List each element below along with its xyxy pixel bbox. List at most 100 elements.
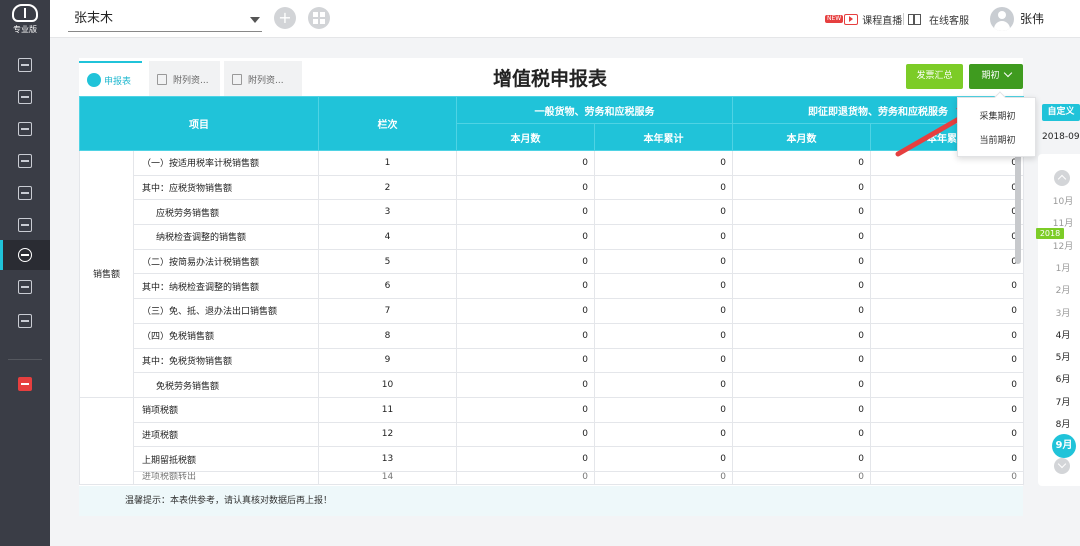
row-value-cell[interactable]: 0 <box>594 372 733 398</box>
row-value-cell[interactable]: 0 <box>594 470 733 485</box>
row-value-cell[interactable]: 0 <box>732 199 871 226</box>
tab-declaration[interactable]: 申报表 <box>79 61 142 97</box>
selected-month[interactable]: 9月 <box>1052 434 1076 458</box>
row-value-cell[interactable]: 0 <box>870 248 1024 275</box>
live-course-link[interactable]: NEW 课程直播 <box>825 10 902 28</box>
row-value-cell[interactable]: 0 <box>732 174 871 201</box>
row-value-cell[interactable]: 0 <box>594 347 733 374</box>
row-value-cell[interactable]: 0 <box>732 421 871 448</box>
row-value-cell[interactable]: 0 <box>594 421 733 448</box>
rail-item-tax[interactable] <box>0 240 50 270</box>
row-value-cell[interactable]: 0 <box>732 322 871 349</box>
rail-item-finance[interactable] <box>0 82 50 112</box>
row-value-cell[interactable]: 0 <box>870 446 1024 472</box>
menu-item-current-opening[interactable]: 当前期初 <box>958 133 1037 146</box>
rail-item-gift[interactable] <box>0 369 50 399</box>
row-value-cell[interactable]: 0 <box>456 248 595 275</box>
app-logo[interactable]: 专业版 <box>6 4 44 38</box>
row-value-cell[interactable]: 0 <box>594 273 733 300</box>
month-item[interactable]: 10月 <box>1038 194 1080 207</box>
row-value-cell[interactable]: 0 <box>594 446 733 472</box>
month-item[interactable]: 1月 <box>1038 261 1080 274</box>
top-bar: 张末木 + NEW 课程直播 在线客服 张伟 <box>50 0 1080 38</box>
rail-item-reports[interactable] <box>0 114 50 144</box>
row-value-cell[interactable]: 0 <box>456 174 595 201</box>
custom-period-button[interactable]: 自定义 <box>1042 104 1080 121</box>
row-value-cell[interactable]: 0 <box>456 150 595 176</box>
chevron-up-icon[interactable] <box>1054 170 1070 186</box>
caret-down-icon <box>250 17 260 23</box>
row-value-cell[interactable]: 0 <box>870 199 1024 226</box>
row-value-cell[interactable]: 0 <box>732 273 871 300</box>
rail-item-assets[interactable] <box>0 146 50 176</box>
row-value-cell[interactable]: 0 <box>870 421 1024 448</box>
row-value-cell[interactable]: 0 <box>456 372 595 398</box>
row-value-cell[interactable]: 0 <box>870 396 1024 423</box>
row-value-cell[interactable]: 0 <box>732 224 871 250</box>
row-value-cell[interactable]: 0 <box>594 248 733 275</box>
online-service-link[interactable]: 在线客服 <box>908 10 969 28</box>
row-value-cell[interactable]: 0 <box>870 322 1024 349</box>
table-scrollbar[interactable] <box>1015 154 1021 264</box>
row-value-cell[interactable]: 0 <box>456 322 595 349</box>
period-dropdown-button[interactable]: 期初 <box>969 64 1023 89</box>
row-value-cell[interactable]: 0 <box>732 347 871 374</box>
row-value-cell[interactable]: 0 <box>456 199 595 226</box>
rail-item-settings[interactable] <box>0 306 50 336</box>
company-select[interactable]: 张末木 <box>68 8 262 32</box>
row-value-cell[interactable]: 0 <box>456 224 595 250</box>
avatar[interactable] <box>990 7 1014 31</box>
row-value-cell[interactable]: 0 <box>732 446 871 472</box>
menu-item-collect-opening[interactable]: 采集期初 <box>958 109 1037 122</box>
tab-attachment-1[interactable]: 附列资... <box>149 61 220 97</box>
row-value-cell[interactable]: 0 <box>456 298 595 324</box>
row-value-cell[interactable]: 0 <box>594 150 733 176</box>
row-value-cell[interactable]: 0 <box>732 372 871 398</box>
month-item[interactable]: 12月 <box>1038 239 1080 252</box>
row-value-cell[interactable]: 0 <box>870 174 1024 201</box>
row-value-cell[interactable]: 0 <box>594 322 733 349</box>
month-item[interactable]: 6月 <box>1038 372 1080 385</box>
add-company-button[interactable]: + <box>274 7 296 29</box>
row-value-cell[interactable]: 0 <box>456 446 595 472</box>
doc-icon <box>18 58 32 72</box>
row-value-cell[interactable]: 0 <box>456 396 595 423</box>
row-value-cell[interactable]: 0 <box>870 273 1024 300</box>
rail-item-documents[interactable] <box>0 50 50 80</box>
row-value-cell[interactable]: 0 <box>594 298 733 324</box>
username[interactable]: 张伟 <box>1020 10 1044 27</box>
month-item[interactable]: 7月 <box>1038 395 1080 408</box>
row-value-cell[interactable]: 0 <box>732 298 871 324</box>
tab-attachment-2[interactable]: 附列资... <box>224 61 302 97</box>
month-item[interactable]: 5月 <box>1038 350 1080 363</box>
month-item[interactable]: 8月 <box>1038 417 1080 430</box>
row-value-cell[interactable]: 0 <box>870 347 1024 374</box>
row-value-cell[interactable]: 0 <box>594 396 733 423</box>
row-value-cell[interactable]: 0 <box>870 298 1024 324</box>
row-value-cell[interactable]: 0 <box>594 174 733 201</box>
invoice-summary-button[interactable]: 发票汇总 <box>906 64 963 89</box>
row-value-cell[interactable]: 0 <box>456 347 595 374</box>
chevron-down-icon[interactable] <box>1054 458 1070 474</box>
rail-item-invoices[interactable] <box>0 272 50 302</box>
row-value-cell[interactable]: 0 <box>456 421 595 448</box>
row-value-cell[interactable]: 0 <box>870 470 1024 485</box>
month-item[interactable]: 2月 <box>1038 283 1080 296</box>
row-value-cell[interactable]: 0 <box>594 199 733 226</box>
row-value-cell[interactable]: 0 <box>594 224 733 250</box>
row-item: 销项税额 <box>133 396 319 423</box>
apps-grid-button[interactable] <box>308 7 330 29</box>
row-value-cell[interactable]: 0 <box>732 248 871 275</box>
row-value-cell[interactable]: 0 <box>732 396 871 423</box>
row-value-cell[interactable]: 0 <box>870 372 1024 398</box>
row-value-cell[interactable]: 0 <box>456 470 595 485</box>
row-value-cell[interactable]: 0 <box>732 470 871 485</box>
row-value-cell[interactable]: 0 <box>732 150 871 176</box>
rail-item-calendar[interactable] <box>0 178 50 208</box>
month-item[interactable]: 4月 <box>1038 328 1080 341</box>
row-value-cell[interactable]: 0 <box>870 224 1024 250</box>
month-item[interactable]: 3月 <box>1038 306 1080 319</box>
row-value-cell[interactable]: 0 <box>456 273 595 300</box>
row-item: 免税劳务销售额 <box>133 372 319 398</box>
rail-item-shop[interactable] <box>0 210 50 240</box>
